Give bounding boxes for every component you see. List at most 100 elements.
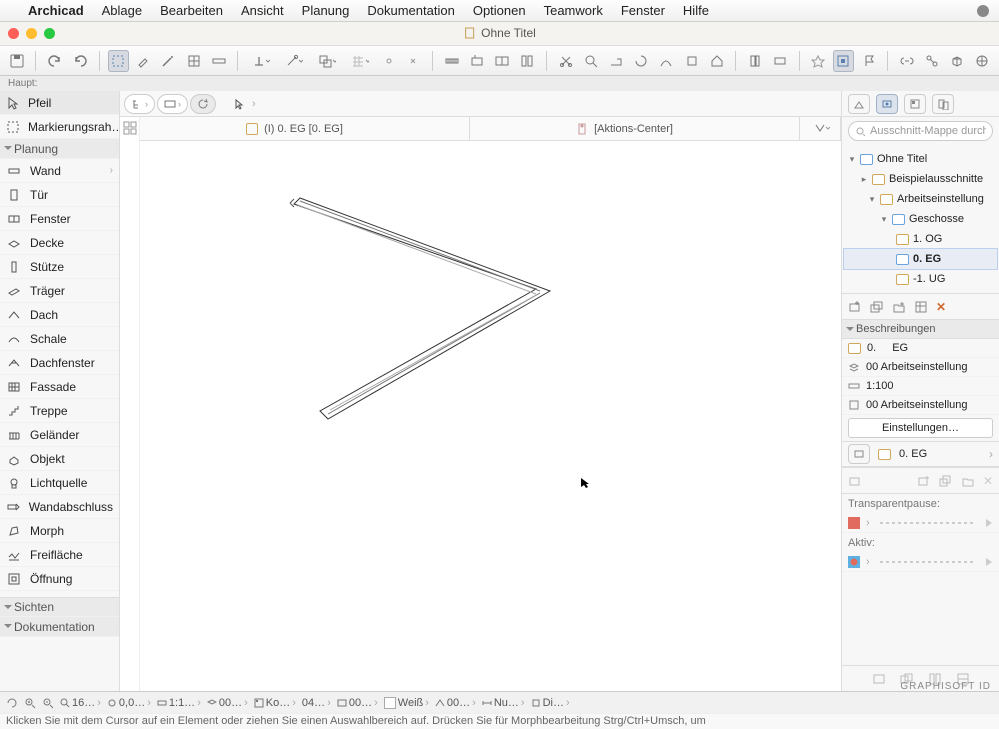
sb-mvo[interactable]: 00…› xyxy=(337,697,378,709)
tool-wand[interactable]: Wand› xyxy=(0,159,119,183)
new-folder-button[interactable] xyxy=(892,300,906,314)
measure-button[interactable] xyxy=(441,50,462,72)
app-name[interactable]: Archicad xyxy=(28,3,84,18)
menu-fenster[interactable]: Fenster xyxy=(621,3,665,18)
tool-dach[interactable]: Dach xyxy=(0,303,119,327)
tree-root[interactable]: ▾Ohne Titel xyxy=(844,149,997,169)
navigator-search[interactable]: Ausschnitt-Mappe durch xyxy=(848,121,993,141)
link-button[interactable] xyxy=(896,50,917,72)
zoom-out[interactable] xyxy=(42,697,54,709)
tool-objekt[interactable]: Objekt xyxy=(0,447,119,471)
active-color[interactable]: › xyxy=(842,553,999,572)
new-view-button[interactable] xyxy=(848,300,862,314)
cut-button[interactable] xyxy=(555,50,576,72)
add-trace-button[interactable] xyxy=(848,474,862,488)
globe-button[interactable] xyxy=(972,50,993,72)
tool-fenster[interactable]: Fenster xyxy=(0,207,119,231)
ctx-refresh-button[interactable] xyxy=(190,94,216,114)
redo-button[interactable] xyxy=(69,50,90,72)
eyedropper-button[interactable] xyxy=(133,50,154,72)
magicwand-button[interactable] xyxy=(158,50,179,72)
extend-button[interactable] xyxy=(681,50,702,72)
gridsnap-button[interactable] xyxy=(378,50,399,72)
tab-floorplan[interactable]: (I) 0. EG [0. EG] xyxy=(140,117,470,140)
compare-button[interactable] xyxy=(492,50,513,72)
tool-wandabschluss[interactable]: Wandabschluss xyxy=(0,495,119,519)
house-button[interactable] xyxy=(706,50,727,72)
menu-optionen[interactable]: Optionen xyxy=(473,3,526,18)
prop-scale[interactable]: 1:100 xyxy=(842,377,999,396)
folder-trace-button[interactable] xyxy=(961,474,975,488)
tree-beispiel[interactable]: ▸Beispielausschnitte xyxy=(844,169,997,189)
prop-penset[interactable]: 00 Arbeitseinstellung xyxy=(842,396,999,415)
toolbox-section-planung[interactable]: Planung xyxy=(0,139,119,159)
tool-treppe[interactable]: Treppe xyxy=(0,399,119,423)
handle-icon[interactable] xyxy=(985,557,993,567)
close-window-icon[interactable] xyxy=(8,28,19,39)
tool-schale[interactable]: Schale xyxy=(0,327,119,351)
flag-button[interactable] xyxy=(858,50,879,72)
thumbnail-toggle[interactable] xyxy=(120,117,140,691)
view-type-button[interactable] xyxy=(848,444,870,464)
extrude-button[interactable] xyxy=(605,50,626,72)
tool-freiflaeche[interactable]: Freifläche xyxy=(0,543,119,567)
guides-toggle[interactable] xyxy=(833,50,854,72)
door-button[interactable] xyxy=(744,50,765,72)
tree-story-0eg[interactable]: 0. EG xyxy=(844,249,997,269)
navtab-viewmap[interactable] xyxy=(876,94,898,114)
navtab-layout[interactable] xyxy=(904,94,926,114)
prop-id[interactable]: 0.EG xyxy=(842,339,999,358)
menu-dokumentation[interactable]: Dokumentation xyxy=(367,3,454,18)
curve-button[interactable] xyxy=(656,50,677,72)
sb-disp[interactable]: Di…› xyxy=(531,697,570,709)
gridshow-menu[interactable] xyxy=(345,50,374,72)
tool-traeger[interactable]: Träger xyxy=(0,279,119,303)
undo-button[interactable] xyxy=(44,50,65,72)
sb-bg[interactable]: Weiß› xyxy=(384,697,429,709)
sb-dim[interactable]: Nu…› xyxy=(482,697,525,709)
tree-story-1og[interactable]: 1. OG xyxy=(844,229,997,249)
zoom-in[interactable] xyxy=(24,697,36,709)
sb-reno[interactable]: 00…› xyxy=(435,697,476,709)
new-trace-button[interactable] xyxy=(917,474,931,488)
settings-button[interactable]: Einstellungen… xyxy=(848,418,993,438)
sb-scale[interactable]: 1:1…› xyxy=(157,697,201,709)
tool-gelaender[interactable]: Geländer xyxy=(0,423,119,447)
ctx-tree-button[interactable]: › xyxy=(124,94,155,114)
navtab-project[interactable] xyxy=(848,94,870,114)
tree-story-ug[interactable]: -1. UG xyxy=(844,269,997,289)
tab-actioncenter[interactable]: [Aktions-Center] xyxy=(470,117,800,140)
favorite-button[interactable] xyxy=(808,50,829,72)
handle-icon[interactable] xyxy=(985,518,993,528)
tool-dachfenster[interactable]: Dachfenster xyxy=(0,351,119,375)
intersect-menu[interactable] xyxy=(312,50,341,72)
drawing-canvas[interactable] xyxy=(140,141,841,691)
ruler-button[interactable] xyxy=(208,50,229,72)
cube-button[interactable] xyxy=(947,50,968,72)
viewcombo-label[interactable]: 0. EG xyxy=(899,448,981,460)
btn-a[interactable] xyxy=(872,672,886,686)
fullscreen-window-icon[interactable] xyxy=(44,28,55,39)
clone-trace-button[interactable] xyxy=(939,474,953,488)
menu-planung[interactable]: Planung xyxy=(302,3,350,18)
delete-button[interactable]: ✕ xyxy=(936,300,946,314)
sb-layers[interactable]: 00…› xyxy=(207,697,248,709)
columns-button[interactable] xyxy=(517,50,538,72)
perpendicular-menu[interactable] xyxy=(246,50,275,72)
toolbox-section-dokumentation[interactable]: Dokumentation xyxy=(0,617,119,637)
ctx-floor-button[interactable]: › xyxy=(157,94,188,114)
brand-id[interactable]: GRAPHISOFT ID xyxy=(900,681,991,692)
snap-menu[interactable] xyxy=(279,50,308,72)
tab-overflow[interactable] xyxy=(800,117,841,140)
tree-geschosse[interactable]: ▾Geschosse xyxy=(844,209,997,229)
save-button[interactable] xyxy=(6,50,27,72)
tool-marquee[interactable]: Markierungsrah… xyxy=(0,115,119,139)
window-button[interactable] xyxy=(770,50,791,72)
selection-toggle[interactable] xyxy=(108,50,129,72)
sb-pen[interactable]: Ko…› xyxy=(254,697,296,709)
menu-hilfe[interactable]: Hilfe xyxy=(683,3,709,18)
prop-layercombo[interactable]: 00 Arbeitseinstellung xyxy=(842,358,999,377)
sb-zoom[interactable]: 16…› xyxy=(60,697,101,709)
navtab-publisher[interactable] xyxy=(932,94,954,114)
tool-decke[interactable]: Decke xyxy=(0,231,119,255)
